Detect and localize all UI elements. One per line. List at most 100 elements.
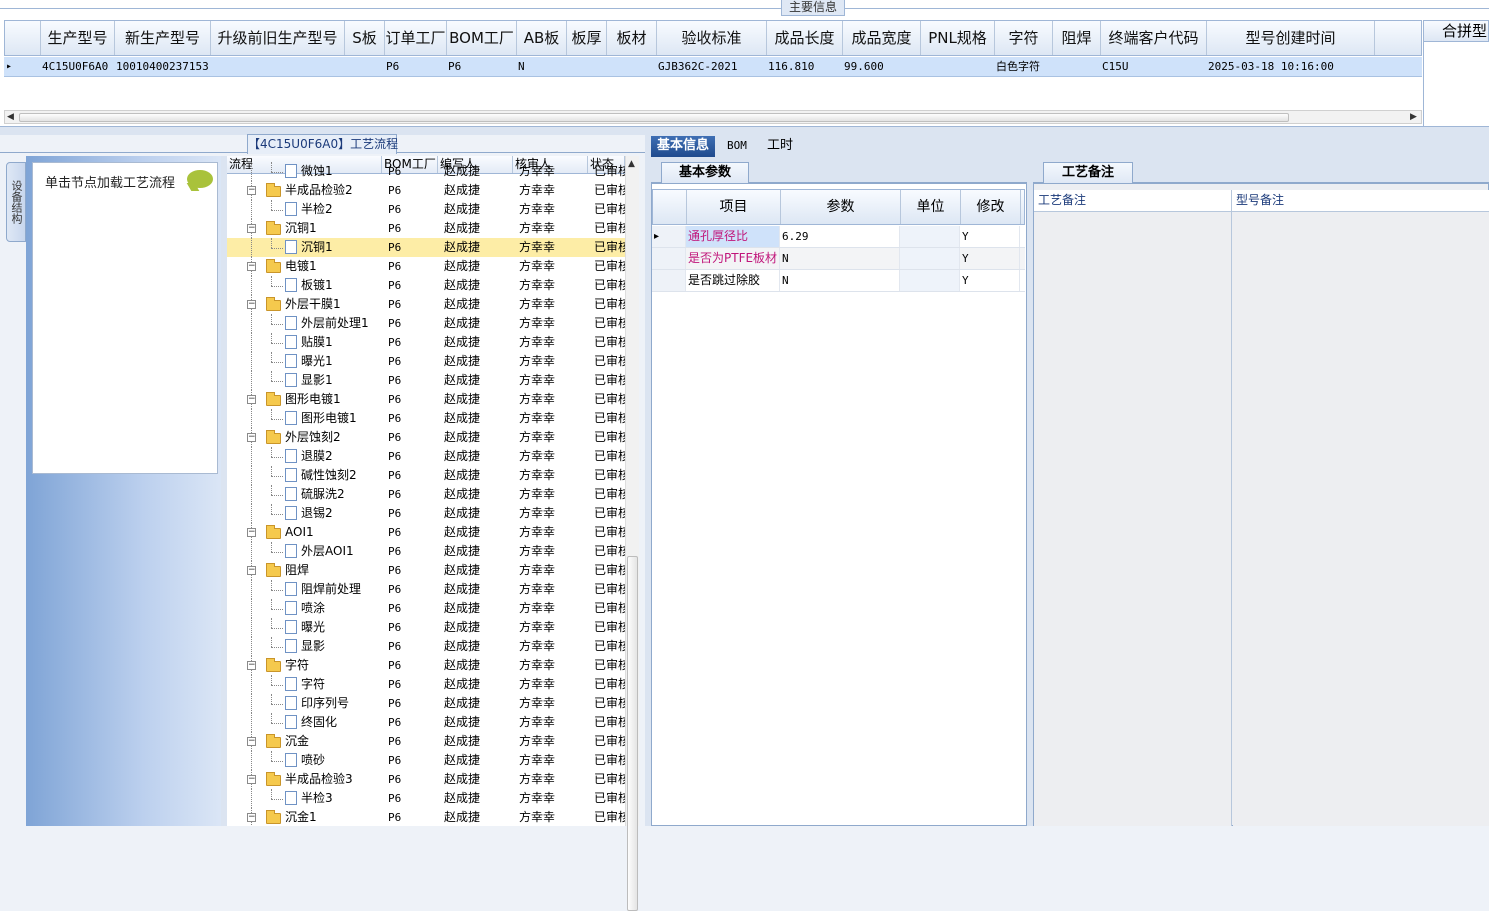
- collapse-icon[interactable]: −: [247, 224, 256, 233]
- tree-node[interactable]: − 阻焊: [227, 561, 382, 580]
- table-cell[interactable]: [1052, 57, 1100, 76]
- splitter[interactable]: [0, 127, 1489, 135]
- tree-node[interactable]: 显影1: [227, 371, 382, 390]
- tree-node[interactable]: 喷涂: [227, 599, 382, 618]
- column-header[interactable]: 阻焊: [1053, 21, 1101, 55]
- collapse-icon[interactable]: −: [247, 433, 256, 442]
- param-column-header[interactable]: 项目: [687, 190, 781, 224]
- collapse-icon[interactable]: −: [247, 186, 256, 195]
- device-structure-tab[interactable]: 设备结构: [6, 162, 26, 242]
- tree-row[interactable]: 外层前处理1 P6 赵成捷 方幸幸 已审核: [227, 314, 625, 333]
- param-modify-cell[interactable]: Y: [960, 270, 1020, 291]
- tree-row[interactable]: 硫脲洗2 P6 赵成捷 方幸幸 已审核: [227, 485, 625, 504]
- tree-node[interactable]: − 沉金: [227, 732, 382, 751]
- param-column-header[interactable]: 修改: [961, 190, 1021, 224]
- tree-node[interactable]: 半检3: [227, 789, 382, 808]
- tree-node[interactable]: − 外层蚀刻2: [227, 428, 382, 447]
- collapse-icon[interactable]: −: [247, 661, 256, 670]
- tree-row[interactable]: 阻焊前处理 P6 赵成捷 方幸幸 已审核: [227, 580, 625, 599]
- tree-row[interactable]: 半检2 P6 赵成捷 方幸幸 已审核: [227, 200, 625, 219]
- table-cell[interactable]: P6: [384, 57, 446, 76]
- param-value-cell[interactable]: 6.29: [780, 226, 900, 247]
- tree-node[interactable]: − 沉金1: [227, 808, 382, 826]
- collapse-icon[interactable]: −: [247, 300, 256, 309]
- tree-node[interactable]: − 半成品检验2: [227, 181, 382, 200]
- table-cell[interactable]: 白色字符: [994, 57, 1052, 76]
- column-header[interactable]: 字符: [995, 21, 1053, 55]
- tree-row[interactable]: − 半成品检验3 P6 赵成捷 方幸幸 已审核: [227, 770, 625, 789]
- param-row[interactable]: 是否跳过除胶 N Y: [652, 270, 1025, 292]
- column-header[interactable]: 成品宽度: [843, 21, 921, 55]
- tree-row[interactable]: 微蚀1 P6 赵成捷 方幸幸 已审核: [227, 162, 625, 181]
- table-cell[interactable]: 10010400237153: [114, 57, 210, 76]
- collapse-icon[interactable]: −: [247, 262, 256, 271]
- tree-row[interactable]: 板镀1 P6 赵成捷 方幸幸 已审核: [227, 276, 625, 295]
- tree-row[interactable]: − 字符 P6 赵成捷 方幸幸 已审核: [227, 656, 625, 675]
- table-cell[interactable]: 116.810: [766, 57, 842, 76]
- tab-hours[interactable]: 工时: [761, 136, 799, 157]
- tree-node[interactable]: 贴膜1: [227, 333, 382, 352]
- tree-row[interactable]: − 沉金1 P6 赵成捷 方幸幸 已审核: [227, 808, 625, 826]
- table-cell[interactable]: [566, 57, 606, 76]
- column-header[interactable]: 升级前旧生产型号: [211, 21, 345, 55]
- tree-row[interactable]: − 阻焊 P6 赵成捷 方幸幸 已审核: [227, 561, 625, 580]
- tree-row[interactable]: 图形电镀1 P6 赵成捷 方幸幸 已审核: [227, 409, 625, 428]
- tree-node[interactable]: 印序列号: [227, 694, 382, 713]
- param-unit-cell[interactable]: [900, 248, 960, 269]
- tree-row[interactable]: − 电镀1 P6 赵成捷 方幸幸 已审核: [227, 257, 625, 276]
- tree-row[interactable]: − 沉铜1 P6 赵成捷 方幸幸 已审核: [227, 219, 625, 238]
- row-selector[interactable]: ▸: [4, 57, 40, 76]
- column-header[interactable]: 终端客户代码: [1101, 21, 1207, 55]
- column-header[interactable]: PNL规格: [921, 21, 995, 55]
- table-cell[interactable]: [606, 57, 656, 76]
- column-header[interactable]: AB板: [517, 21, 567, 55]
- tree-row[interactable]: 显影 P6 赵成捷 方幸幸 已审核: [227, 637, 625, 656]
- tree-row[interactable]: 退锡2 P6 赵成捷 方幸幸 已审核: [227, 504, 625, 523]
- param-modify-cell[interactable]: Y: [960, 248, 1020, 269]
- param-unit-cell[interactable]: [900, 270, 960, 291]
- tree-node[interactable]: − AOI1: [227, 523, 382, 542]
- tree-node[interactable]: 外层AOI1: [227, 542, 382, 561]
- tree-node[interactable]: 微蚀1: [227, 162, 382, 181]
- tree-node[interactable]: 图形电镀1: [227, 409, 382, 428]
- tree-row[interactable]: − 沉金 P6 赵成捷 方幸幸 已审核: [227, 732, 625, 751]
- param-row[interactable]: 是否为PTFE板材 N Y: [652, 248, 1025, 270]
- tree-node[interactable]: − 沉铜1: [227, 219, 382, 238]
- tree-row[interactable]: 显影1 P6 赵成捷 方幸幸 已审核: [227, 371, 625, 390]
- tree-node[interactable]: 喷砂: [227, 751, 382, 770]
- vertical-scrollbar[interactable]: ▲: [625, 156, 639, 911]
- param-unit-cell[interactable]: [900, 226, 960, 247]
- tree-row[interactable]: 贴膜1 P6 赵成捷 方幸幸 已审核: [227, 333, 625, 352]
- collapse-icon[interactable]: −: [247, 528, 256, 537]
- tree-node[interactable]: 曝光: [227, 618, 382, 637]
- tree-node[interactable]: − 字符: [227, 656, 382, 675]
- tree-node[interactable]: 碱性蚀刻2: [227, 466, 382, 485]
- collapse-icon[interactable]: −: [247, 566, 256, 575]
- table-cell[interactable]: 2025-03-18 10:16:00: [1206, 57, 1374, 76]
- tree-row[interactable]: 碱性蚀刻2 P6 赵成捷 方幸幸 已审核: [227, 466, 625, 485]
- table-cell[interactable]: P6: [446, 57, 516, 76]
- tree-row[interactable]: − 外层干膜1 P6 赵成捷 方幸幸 已审核: [227, 295, 625, 314]
- column-header[interactable]: 板厚: [567, 21, 607, 55]
- collapse-icon[interactable]: −: [247, 395, 256, 404]
- tree-row[interactable]: 半检3 P6 赵成捷 方幸幸 已审核: [227, 789, 625, 808]
- table-cell[interactable]: [920, 57, 994, 76]
- column-header[interactable]: 型号创建时间: [1207, 21, 1375, 55]
- tree-node[interactable]: − 图形电镀1: [227, 390, 382, 409]
- column-header[interactable]: 成品长度: [767, 21, 843, 55]
- tree-node[interactable]: 显影: [227, 637, 382, 656]
- param-row[interactable]: ▸ 通孔厚径比 6.29 Y: [652, 226, 1025, 248]
- param-modify-cell[interactable]: Y: [960, 226, 1020, 247]
- row-selector[interactable]: [652, 248, 686, 269]
- tree-node[interactable]: 曝光1: [227, 352, 382, 371]
- tree-node[interactable]: 退膜2: [227, 447, 382, 466]
- column-header[interactable]: S板: [345, 21, 385, 55]
- column-header[interactable]: BOM工厂: [447, 21, 517, 55]
- table-cell[interactable]: GJB362C-2021: [656, 57, 766, 76]
- main-info-title[interactable]: 主要信息: [781, 0, 845, 16]
- node-hint-box[interactable]: 单击节点加载工艺流程: [32, 162, 218, 474]
- param-column-header[interactable]: 单位: [901, 190, 961, 224]
- tree-node[interactable]: − 外层干膜1: [227, 295, 382, 314]
- process-tree[interactable]: 流程 BOM工厂 编写人 核审人 状态 微蚀1 P6 赵成捷 方幸幸 已审核 − 半成品检验2 P6 赵…: [227, 156, 625, 826]
- column-header[interactable]: 新生产型号: [115, 21, 211, 55]
